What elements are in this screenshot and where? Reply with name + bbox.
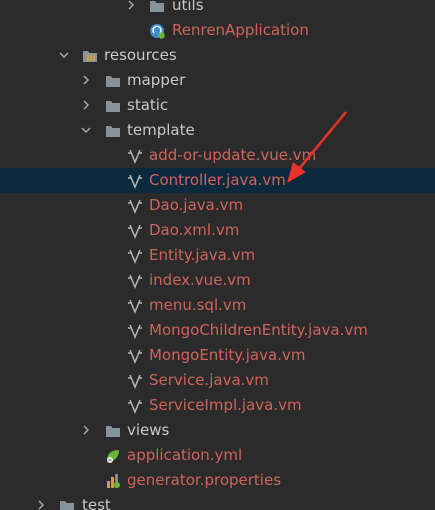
tree-row-template-file[interactable]: Dao.xml.vm xyxy=(0,218,435,243)
tree-row-template-file[interactable]: MongoEntity.java.vm xyxy=(0,343,435,368)
tree-label-template-file: Controller.java.vm xyxy=(149,171,286,189)
tree-row-template-file[interactable]: ServiceImpl.java.vm xyxy=(0,393,435,418)
tree-label-template-file: Entity.java.vm xyxy=(149,246,256,264)
velocity-template-icon xyxy=(128,249,142,264)
velocity-template-icon xyxy=(128,374,142,389)
tree-label-static: static xyxy=(127,96,169,114)
project-tree: utils RenrenApplication resources mapper… xyxy=(0,0,435,510)
velocity-template-icon xyxy=(128,224,142,239)
tree-row-template-file[interactable]: menu.sql.vm xyxy=(0,293,435,318)
tree-label-mapper: mapper xyxy=(127,71,186,89)
folder-icon xyxy=(106,76,120,87)
tree-row-resources[interactable]: resources xyxy=(0,43,435,68)
tree-row-template-file[interactable]: index.vue.vm xyxy=(0,268,435,293)
tree-label-template-file: ServiceImpl.java.vm xyxy=(149,396,302,414)
tree-label-template-file: MongoChildrenEntity.java.vm xyxy=(149,321,368,339)
tree-row-template-file[interactable]: Service.java.vm xyxy=(0,368,435,393)
tree-label-renren-application: RenrenApplication xyxy=(172,21,309,39)
tree-label-template-file: menu.sql.vm xyxy=(149,296,247,314)
tree-label-template-file: Dao.java.vm xyxy=(149,196,244,214)
tree-label-template: template xyxy=(127,121,195,139)
tree-row-renren-application[interactable]: RenrenApplication xyxy=(0,18,435,43)
tree-row-template-file-selected[interactable]: Controller.java.vm xyxy=(0,168,435,193)
chevron-down-icon[interactable] xyxy=(57,48,71,62)
velocity-template-icon xyxy=(128,299,142,314)
tree-label-utils: utils xyxy=(172,0,204,14)
velocity-template-icon xyxy=(128,274,142,289)
velocity-template-icon xyxy=(128,199,142,214)
spring-boot-app-icon xyxy=(150,24,165,39)
tree-row-template[interactable]: template xyxy=(0,118,435,143)
resources-folder-icon xyxy=(83,51,97,62)
folder-icon xyxy=(106,101,120,112)
folder-icon xyxy=(60,501,74,510)
chevron-right-icon[interactable] xyxy=(79,98,93,112)
tree-row-static[interactable]: static xyxy=(0,93,435,118)
tree-row-template-file[interactable]: add-or-update.vue.vm xyxy=(0,143,435,168)
tree-label-template-file: index.vue.vm xyxy=(149,271,251,289)
tree-row-generator-properties[interactable]: generator.properties xyxy=(0,468,435,493)
tree-label-application-yml: application.yml xyxy=(127,446,243,464)
velocity-template-icon xyxy=(128,174,142,189)
properties-file-icon xyxy=(107,474,120,488)
velocity-template-icon xyxy=(128,324,142,339)
tree-label-template-file: Dao.xml.vm xyxy=(149,221,240,239)
tree-label-generator-properties: generator.properties xyxy=(127,471,282,489)
tree-label-views: views xyxy=(127,421,170,439)
tree-label-template-file: add-or-update.vue.vm xyxy=(149,146,317,164)
chevron-right-icon[interactable] xyxy=(34,498,48,510)
tree-label-resources: resources xyxy=(104,46,177,64)
tree-row-template-file[interactable]: MongoChildrenEntity.java.vm xyxy=(0,318,435,343)
tree-row-views[interactable]: views xyxy=(0,418,435,443)
tree-row-utils[interactable]: utils xyxy=(0,0,435,18)
tree-label-template-file: Service.java.vm xyxy=(149,371,269,389)
tree-row-template-file[interactable]: Entity.java.vm xyxy=(0,243,435,268)
velocity-template-icon xyxy=(128,399,142,414)
chevron-right-icon[interactable] xyxy=(79,423,93,437)
chevron-down-icon[interactable] xyxy=(79,123,93,137)
tree-row-application-yml[interactable]: application.yml xyxy=(0,443,435,468)
spring-yaml-icon xyxy=(107,450,119,463)
tree-row-test[interactable]: test xyxy=(0,493,435,510)
tree-row-template-file[interactable]: Dao.java.vm xyxy=(0,193,435,218)
tree-row-mapper[interactable]: mapper xyxy=(0,68,435,93)
tree-label-template-file: MongoEntity.java.vm xyxy=(149,346,306,364)
tree-label-test: test xyxy=(82,496,111,510)
chevron-right-icon[interactable] xyxy=(79,73,93,87)
folder-icon xyxy=(106,126,120,137)
folder-icon xyxy=(106,426,120,437)
velocity-template-icon xyxy=(128,149,142,164)
velocity-template-icon xyxy=(128,349,142,364)
chevron-right-icon[interactable] xyxy=(124,0,138,12)
folder-icon xyxy=(150,1,164,12)
